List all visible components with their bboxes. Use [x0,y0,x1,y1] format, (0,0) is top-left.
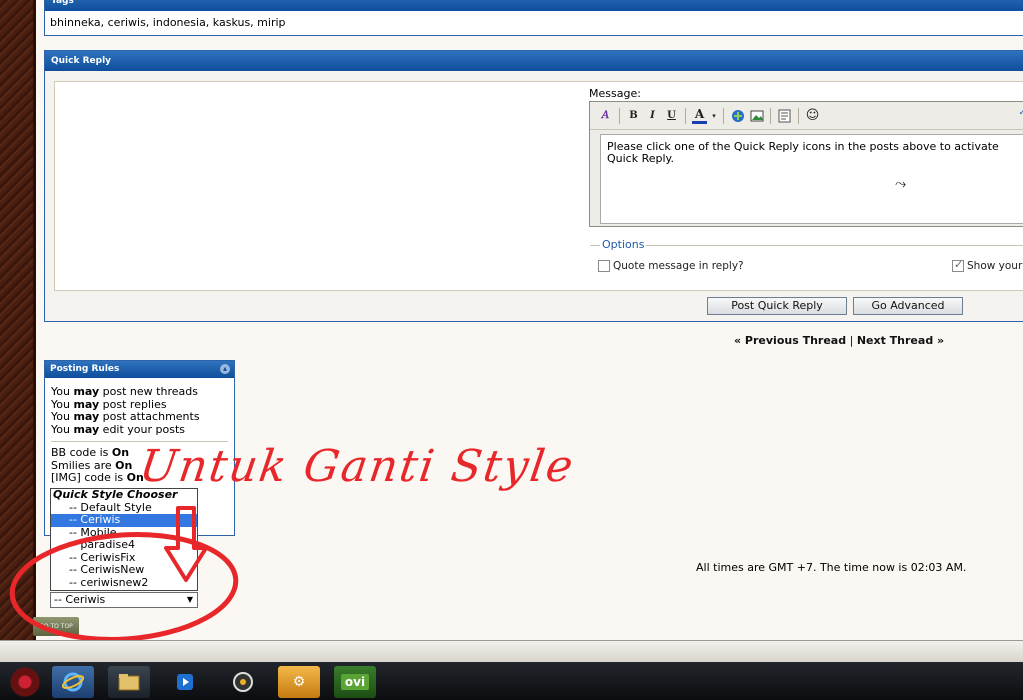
bold-button[interactable]: B [626,107,641,125]
quote-option[interactable]: Quote message in reply? [598,260,744,272]
font-color-button[interactable]: A [692,107,707,124]
options-legend: Options [600,238,647,251]
style-select-value: -- Ceriwis [54,593,106,606]
show-checkbox[interactable] [952,258,964,272]
thread-navigation: « Previous Thread | Next Thread » [734,334,944,347]
style-chooser-select[interactable]: -- Ceriwis ▼ [50,592,198,608]
message-label: Message: [589,87,641,100]
quick-reply-panel: Quick Reply Message: 𝐴 B I U A ▾ ☺ ✓ Ple… [44,50,1023,322]
style-option[interactable]: -- paradise4 [51,538,197,552]
underline-button[interactable]: U [664,107,679,125]
message-editor: 𝐴 B I U A ▾ ☺ ✓ Please click one of the … [589,101,1023,227]
style-chooser-list[interactable]: Quick Style Chooser -- Default Style -- … [50,488,198,591]
quote-checkbox[interactable] [598,260,610,272]
toolbar-separator [685,107,686,124]
media-player-icon[interactable] [164,666,206,698]
link-icon[interactable] [730,107,745,125]
quote-label: Quote message in reply? [613,260,744,272]
style-option[interactable]: -- ceriwisnew2 [51,576,197,590]
tags-list[interactable]: bhinneka, ceriwis, indonesia, kaskus, mi… [45,11,1023,35]
page-edge [33,0,36,640]
post-quick-reply-button[interactable]: Post Quick Reply [707,297,847,315]
options-fieldset: Options Quote message in reply? Show you… [590,238,1023,283]
chevron-down-icon[interactable]: ▼ [187,593,193,607]
annotation-text: Untuk Ganti Style [136,441,578,492]
quote-icon[interactable] [777,107,792,125]
file-explorer-icon[interactable] [108,666,150,698]
toolbar-separator [798,107,799,124]
font-icon[interactable]: 𝐴 [598,107,613,125]
start-button-icon[interactable] [0,662,46,700]
spellcheck-icon[interactable]: ✓ [1018,108,1023,118]
image-icon[interactable] [749,107,764,125]
go-advanced-button[interactable]: Go Advanced [853,297,963,315]
next-thread-link[interactable]: Next Thread » [857,334,944,347]
browser-status-bar [0,640,1023,662]
go-to-top-button[interactable]: GO TO TOP [33,617,79,636]
editor-toolbar: 𝐴 B I U A ▾ ☺ [590,102,1023,130]
posting-rules-header: Posting Rules ▴ [45,361,234,378]
chevron-down-icon[interactable]: ▾ [711,107,717,125]
message-textarea[interactable]: Please click one of the Quick Reply icon… [600,134,1023,224]
time-info: All times are GMT +7. The time now is 02… [696,561,967,574]
show-label: Show your [967,260,1023,272]
ovi-label: ovi [340,674,370,690]
toolbar-separator [723,107,724,124]
page-background-strip [0,0,33,640]
rule-line: You may edit your posts [51,422,186,436]
windows-taskbar: ⚙ ovi [0,662,1023,700]
show-option[interactable]: Show your [952,258,1023,272]
toolbar-separator [619,107,620,124]
posting-rules-title: Posting Rules [50,364,120,374]
collapse-icon[interactable]: ▴ [220,364,230,374]
smiley-icon[interactable]: ☺ [805,107,820,125]
italic-button[interactable]: I [645,107,660,125]
ovi-app-button[interactable]: ovi [334,666,376,698]
mouse-cursor-icon: ⤳ [895,176,907,192]
toolbar-separator [770,107,771,124]
app-disc-icon[interactable] [222,666,264,698]
tags-panel: Tags bhinneka, ceriwis, indonesia, kasku… [44,0,1023,36]
internet-explorer-icon[interactable] [52,666,94,698]
tags-header: Tags [45,0,1023,11]
style-option[interactable]: -- CeriwisNew [51,563,197,577]
settings-gear-icon[interactable]: ⚙ [278,666,320,698]
quick-reply-header: Quick Reply [45,51,1023,71]
style-option-selected[interactable]: -- Ceriwis [51,513,197,527]
previous-thread-link[interactable]: « Previous Thread [734,334,846,347]
thread-nav-separator: | [849,334,854,347]
